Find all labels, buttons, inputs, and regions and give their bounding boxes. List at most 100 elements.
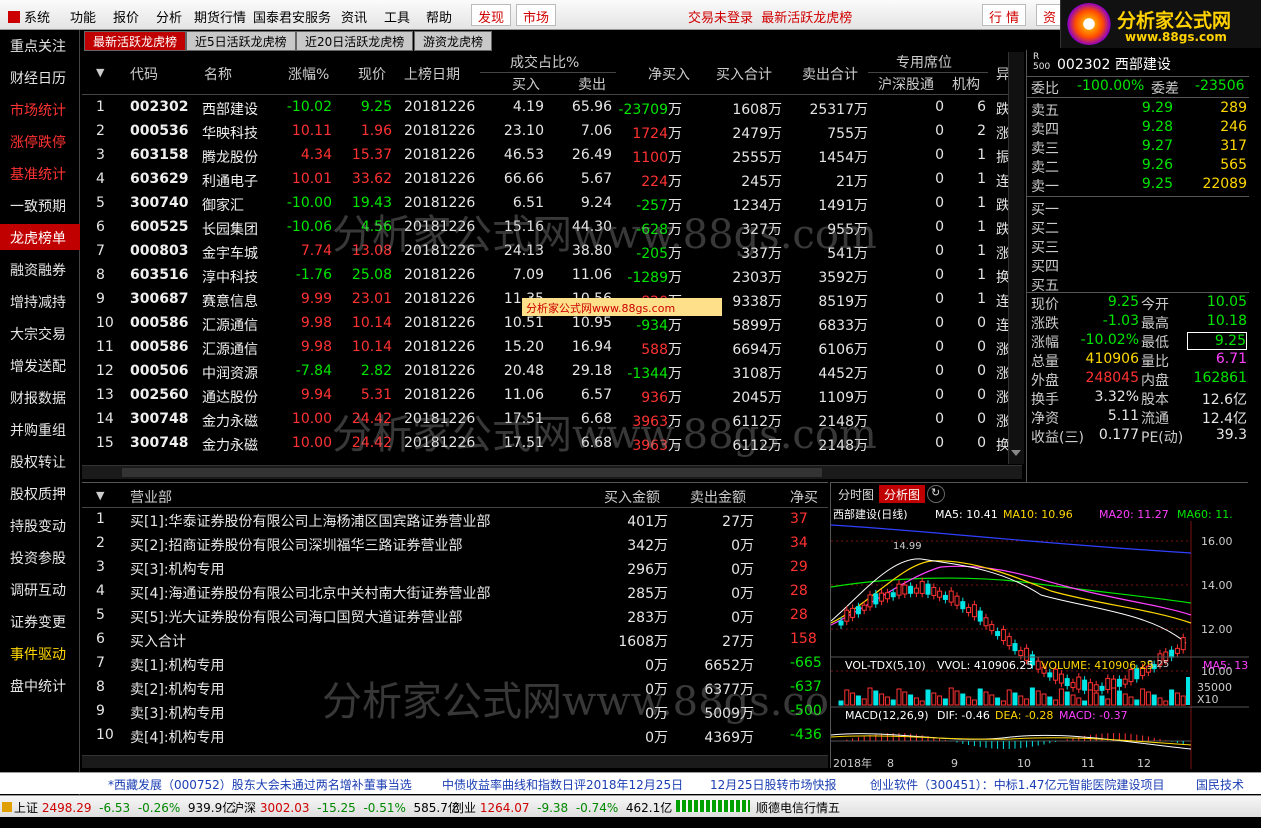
sidebar-item[interactable]: 市场统计: [0, 96, 80, 122]
sidebar-item[interactable]: 大宗交易: [0, 320, 80, 346]
table-row[interactable]: 2 000536 华映科技 10.11 1.96 20181226 23.10 7.06 172…: [82, 119, 1022, 143]
sidebar-item[interactable]: 调研互动: [0, 576, 80, 602]
sidebar-item[interactable]: 证券变更: [0, 608, 80, 634]
menu-news[interactable]: 资讯: [341, 7, 367, 26]
sidebar-item[interactable]: 股权转让: [0, 448, 80, 474]
menu-analysis[interactable]: 分析: [156, 7, 182, 26]
table-row[interactable]: 10 卖[4]:机构专用 0万 4369万 -436: [82, 725, 828, 749]
menu-tools[interactable]: 工具: [384, 7, 410, 26]
col-header-date[interactable]: 上榜日期: [404, 64, 460, 84]
sidebar-item[interactable]: 一致预期: [0, 192, 80, 218]
refresh-icon[interactable]: ↻: [927, 485, 945, 503]
tab-latest-active[interactable]: 最新活跃龙虎榜: [84, 31, 187, 51]
sidebar-item[interactable]: 重点关注: [0, 32, 80, 58]
tab-analysis-chart[interactable]: 分析图: [879, 485, 926, 503]
col-header-price[interactable]: 现价: [358, 64, 386, 84]
ticker-item[interactable]: *西藏发展（000752）股东大会未通过两名增补董事当选: [108, 776, 412, 793]
table-row[interactable]: 12 000506 中润资源 -7.84 2.82 20181226 20.48 29.18-…: [82, 359, 1022, 383]
sidebar-item[interactable]: 增发送配: [0, 352, 80, 378]
table-row[interactable]: 6 600525 长园集团 -10.06 4.56 20181226 15.16 44.30-…: [82, 215, 1022, 239]
unit-label: 万: [854, 222, 868, 238]
index-hs[interactable]: 沪深 3002.03 -15.25 -0.51% 585.7亿: [232, 799, 460, 816]
scroll-thumb[interactable]: [122, 468, 822, 477]
menu-gtja-service[interactable]: 国泰君安服务: [253, 7, 331, 26]
table-row[interactable]: 3 603158 腾龙股份 4.34 15.37 20181226 46.53 26.49 11…: [82, 143, 1022, 167]
discover-button[interactable]: 发现: [471, 4, 512, 26]
table-row[interactable]: 8 603516 淳中科技 -1.76 25.08 20181226 7.09 11.06 -1…: [82, 263, 1022, 287]
news-scroll[interactable]: 顺德电信行情五: [756, 799, 840, 816]
col-header-pct[interactable]: 涨幅%: [288, 64, 329, 84]
quote-title: 002302 西部建设: [1057, 54, 1171, 74]
table-row[interactable]: 2 买[2]:招商证券股份有限公司深圳福华三路证券营业部 342万 0万 34: [82, 533, 828, 557]
trade-button[interactable]: 资: [1036, 4, 1064, 26]
table-row[interactable]: 14 300748 金力永磁 10.00 24.42 20181226 17.51 6.68 3…: [82, 407, 1022, 431]
sidebar-item[interactable]: 基准统计: [0, 160, 80, 186]
sidebar-item[interactable]: 并购重组: [0, 416, 80, 442]
col-header-sell-ratio[interactable]: 卖出: [578, 74, 606, 94]
sidebar-item[interactable]: 持股变动: [0, 512, 80, 538]
col-header-name[interactable]: 名称: [204, 64, 232, 84]
branch-horizontal-scrollbar[interactable]: [82, 755, 828, 768]
table-horizontal-scrollbar[interactable]: [82, 465, 1022, 479]
market-button[interactable]: 市场: [516, 4, 557, 26]
menu-help[interactable]: 帮助: [426, 7, 452, 26]
index-sh[interactable]: 上证 2498.29 -6.53 -0.26% 939.9亿: [2, 799, 234, 816]
table-row[interactable]: 5 300740 御家汇 -10.00 19.43 20181226 6.51 9.24 -25…: [82, 191, 1022, 215]
sidebar-item[interactable]: 涨停跌停: [0, 128, 80, 154]
table-row[interactable]: 9 卖[3]:机构专用 0万 5009万 -500: [82, 701, 828, 725]
sidebar-item[interactable]: 盘中统计: [0, 672, 80, 698]
index-cy[interactable]: 创业 1264.07 -9.38 -0.74% 462.1亿: [452, 799, 672, 816]
table-row[interactable]: 4 603629 利通电子 10.01 33.62 20181226 66.66 5.67 22…: [82, 167, 1022, 191]
index-cy-change: -9.38: [537, 801, 569, 815]
table-row[interactable]: 1 买[1]:华泰证券股份有限公司上海杨浦区国宾路证券营业部 401万 27万 37: [82, 509, 828, 533]
menu-quote[interactable]: 报价: [113, 7, 139, 26]
col-header-dept[interactable]: 营业部: [130, 487, 172, 507]
table-row[interactable]: 13 002560 通达股份 9.94 5.31 20181226 11.06 6.57 936…: [82, 383, 1022, 407]
sort-arrow-icon[interactable]: ▼: [96, 66, 104, 79]
ticker-item[interactable]: 中债收益率曲线和指数日评2018年12月25日: [442, 776, 683, 793]
sidebar-item[interactable]: 财报数据: [0, 384, 80, 410]
menu-futures[interactable]: 期货行情: [194, 7, 246, 26]
col-header-hs[interactable]: 沪深股通: [878, 74, 934, 94]
tab-5day-active[interactable]: 近5日活跃龙虎榜: [186, 31, 296, 51]
col-header-inst[interactable]: 机构: [952, 74, 980, 94]
col-header-buy-amount[interactable]: 买入金额: [604, 487, 660, 507]
col-header-sell-amount[interactable]: 卖出金额: [690, 487, 746, 507]
tab-20day-active[interactable]: 近20日活跃龙虎榜: [296, 31, 414, 51]
sort-arrow-icon[interactable]: ▼: [96, 489, 104, 502]
tab-hot-money[interactable]: 游资龙虎榜: [414, 31, 493, 51]
col-header-net-buy[interactable]: 净买: [790, 487, 818, 507]
table-vertical-scrollbar[interactable]: [1008, 52, 1024, 464]
col-header-code[interactable]: 代码: [130, 64, 158, 84]
scroll-down-icon[interactable]: [1011, 450, 1021, 456]
table-row[interactable]: 11 000586 汇源通信 9.98 10.14 20181226 15.20 16.94 5…: [82, 335, 1022, 359]
table-row[interactable]: 7 卖[1]:机构专用 0万 6652万 -665: [82, 653, 828, 677]
sidebar-item[interactable]: 融资融券: [0, 256, 80, 282]
table-row[interactable]: 7 000803 金宇车城 7.74 13.08 20181226 24.13 38.80 -2…: [82, 239, 1022, 263]
menu-function[interactable]: 功能: [70, 7, 96, 26]
table-row[interactable]: 3 买[3]:机构专用 296万 0万 29: [82, 557, 828, 581]
sidebar-item[interactable]: 增持减持: [0, 288, 80, 314]
ticker-item[interactable]: 创业软件（300451）：中标1.47亿元智能医院建设项目: [870, 776, 1165, 793]
kline-chart[interactable]: 西部建设(日线) MA5: 10.41 MA10: 10.96 MA20: 11.27…: [831, 505, 1249, 769]
table-row[interactable]: 15 300748 金力永磁 10.00 24.42 20181226 17.51 6.68 3…: [82, 431, 1022, 455]
table-row[interactable]: 8 卖[2]:机构专用 0万 6377万 -637: [82, 677, 828, 701]
sidebar-item[interactable]: 投资参股: [0, 544, 80, 570]
sidebar-item[interactable]: 股权质押: [0, 480, 80, 506]
sidebar-item[interactable]: 财经日历: [0, 64, 80, 90]
col-header-selltotal[interactable]: 卖出合计: [802, 64, 858, 84]
sidebar-item[interactable]: 龙虎榜单: [0, 224, 80, 250]
table-row[interactable]: 1 002302 西部建设 -10.02 9.25 20181226 4.19 65.96 -2…: [82, 95, 1022, 119]
col-header-buy-ratio[interactable]: 买入: [512, 74, 540, 94]
tab-timeshare[interactable]: 分时图: [833, 485, 880, 503]
table-row[interactable]: 4 买[4]:海通证券股份有限公司北京中关村南大街证券营业部 285万 0万 28: [82, 581, 828, 605]
table-row[interactable]: 5 买[5]:光大证券股份有限公司海口国贸大道证券营业部 283万 0万 28: [82, 605, 828, 629]
col-header-buytotal[interactable]: 买入合计: [716, 64, 772, 84]
col-header-net[interactable]: 净买入: [648, 64, 690, 84]
quote-button[interactable]: 行 情: [982, 4, 1027, 26]
menu-system[interactable]: 系统: [8, 7, 50, 26]
table-row[interactable]: 6 买入合计 1608万 27万 158: [82, 629, 828, 653]
ticker-item[interactable]: 12月25日股转市场快报: [710, 776, 837, 793]
sidebar-item[interactable]: 事件驱动: [0, 640, 80, 666]
ticker-item[interactable]: 国民技术: [1196, 776, 1244, 793]
